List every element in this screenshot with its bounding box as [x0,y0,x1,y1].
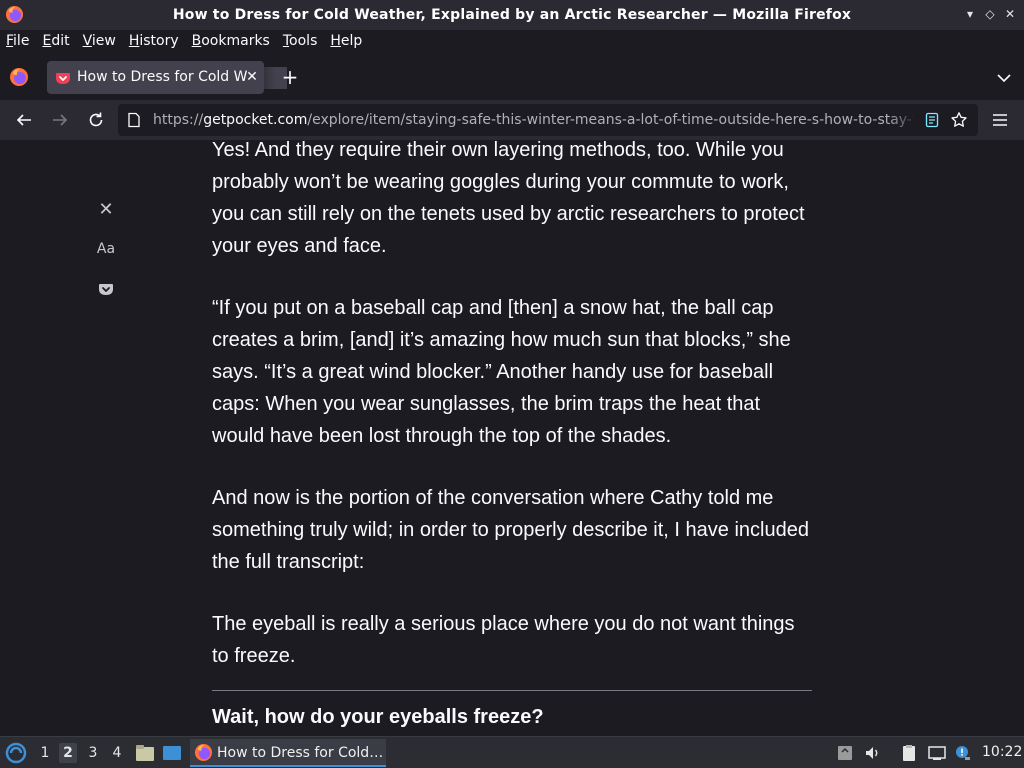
menu-help[interactable]: Help [330,33,362,49]
new-tab-button[interactable]: + [280,67,300,88]
url-fade [888,108,918,132]
url-bar[interactable]: https://getpocket.com/explore/item/stayi… [118,104,978,136]
page-icon[interactable] [126,112,142,128]
pocket-icon [99,284,113,295]
back-arrow-icon [16,114,31,126]
reader-view: ✕ Aa Yes! And they require their own lay… [0,140,1024,736]
menu-bar: File Edit View History Bookmarks Tools H… [0,30,1024,52]
article-heading: Wait, how do your eyeballs freeze? [212,706,544,728]
menu-bookmarks[interactable]: Bookmarks [192,33,270,49]
article-paragraph: And now is the portion of the conversati… [212,487,809,573]
taskbar-task-firefox[interactable]: How to Dress for Cold… [190,739,386,767]
clock: 10:22 [982,744,1023,760]
menu-edit[interactable]: Edit [42,33,69,49]
task-label: How to Dress for Cold… [217,745,384,761]
close-tab-button[interactable]: ✕ [243,68,261,86]
window-title: How to Dress for Cold Weather, Explained… [172,7,852,23]
article-paragraph: The eyeball is really a serious place wh… [212,613,795,667]
start-menu-icon[interactable] [5,742,27,764]
firefox-view-icon[interactable] [9,67,29,87]
notes-icon[interactable] [900,744,918,762]
bookmark-star-icon[interactable] [950,111,968,129]
workspace-2[interactable]: 2 [59,743,77,763]
forward-button[interactable] [49,109,71,131]
close-reader-button[interactable]: ✕ [92,195,120,223]
firefox-icon [194,743,213,762]
chevron-down-icon[interactable] [995,69,1013,87]
save-to-pocket-button[interactable] [92,275,120,303]
restore-button[interactable]: ◇ [982,6,998,22]
navigation-toolbar: https://getpocket.com/explore/item/stayi… [0,100,1024,140]
tab-strip: How to Dress for Cold Weather, Explained… [0,52,1024,100]
pocket-icon [56,73,70,84]
article-body: Yes! And they require their own layering… [212,140,812,731]
article-paragraph: Yes! And they require their own layering… [212,140,805,257]
reload-button[interactable] [85,109,107,131]
minimize-button[interactable]: ▾ [962,6,978,22]
taskbar: 1 2 3 4 How to Dress for Cold… 10:22 [0,736,1024,768]
back-button[interactable] [13,109,35,131]
article-divider [212,690,812,691]
notification-icon[interactable] [953,744,971,762]
firefox-icon [5,5,24,24]
url-text[interactable]: https://getpocket.com/explore/item/stayi… [153,112,913,128]
forward-arrow-icon [53,114,68,126]
workspace-4[interactable]: 4 [108,743,126,763]
network-icon[interactable] [928,744,946,762]
hamburger-menu-icon[interactable] [990,110,1010,130]
close-window-button[interactable]: ✕ [1002,6,1018,22]
reader-view-icon[interactable] [924,112,940,128]
workspace-1[interactable]: 1 [36,743,54,763]
article-paragraph: “If you put on a baseball cap and [then]… [212,297,791,447]
menu-tools[interactable]: Tools [283,33,318,49]
clipboard-icon[interactable] [836,744,854,762]
window-titlebar: How to Dress for Cold Weather, Explained… [0,0,1024,30]
menu-history[interactable]: History [129,33,179,49]
show-desktop-icon[interactable] [162,743,182,763]
menu-view[interactable]: View [83,33,116,49]
reload-icon [89,112,103,127]
volume-icon[interactable] [864,744,882,762]
menu-file[interactable]: File [6,33,29,49]
tab-title: How to Dress for Cold Weather, Explained… [77,69,247,85]
workspace-3[interactable]: 3 [84,743,102,763]
tab-active[interactable]: How to Dress for Cold Weather, Explained… [47,61,287,94]
file-manager-icon[interactable] [135,743,155,763]
type-controls-button[interactable]: Aa [92,235,120,263]
